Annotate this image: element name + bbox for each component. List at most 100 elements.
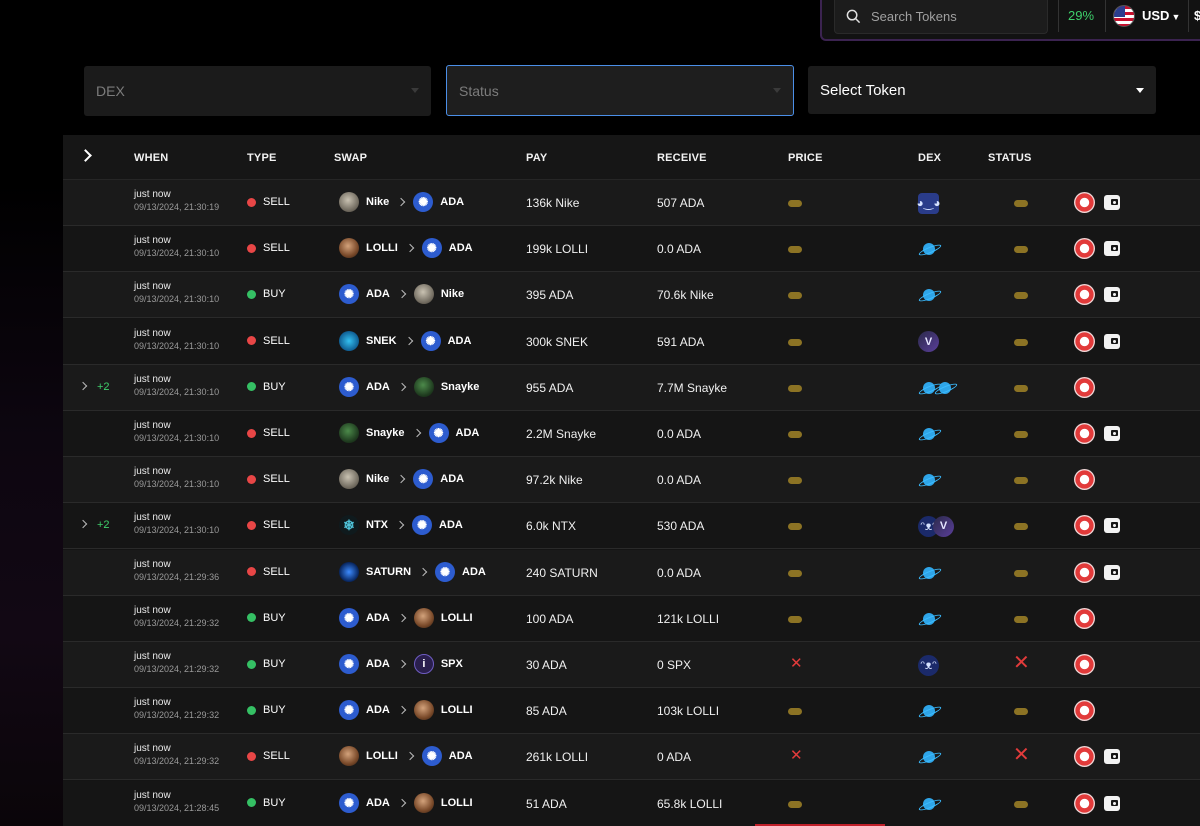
- explorer-link-icon[interactable]: [1074, 654, 1095, 675]
- expand-all-chevron-icon[interactable]: [80, 149, 92, 163]
- table-row[interactable]: just now09/13/2024, 21:30:10 SELL LOLLI ADA…: [63, 226, 1200, 273]
- swap-cell[interactable]: NTX ADA: [339, 515, 463, 536]
- from-token[interactable]: Nike: [366, 473, 389, 485]
- wallet-icon[interactable]: [1104, 333, 1120, 349]
- wallet-icon[interactable]: [1104, 287, 1120, 303]
- us-flag-icon[interactable]: [1113, 5, 1135, 27]
- explorer-link-icon[interactable]: [1074, 238, 1095, 260]
- explorer-link-icon[interactable]: [1074, 700, 1095, 722]
- dex-cell[interactable]: [918, 608, 940, 630]
- row-expand-chevron-icon[interactable]: [80, 520, 88, 530]
- dex-cell[interactable]: [918, 377, 956, 399]
- from-token[interactable]: ADA: [366, 658, 390, 670]
- from-token[interactable]: ADA: [366, 797, 390, 809]
- swap-cell[interactable]: ADA LOLLI: [339, 700, 473, 721]
- to-token[interactable]: ADA: [439, 519, 463, 531]
- from-token[interactable]: ADA: [366, 381, 390, 393]
- wallet-icon[interactable]: [1104, 564, 1120, 580]
- header-pay[interactable]: PAY: [526, 152, 547, 164]
- to-token[interactable]: ADA: [462, 566, 486, 578]
- header-type[interactable]: TYPE: [247, 152, 277, 164]
- from-token[interactable]: LOLLI: [366, 750, 398, 762]
- table-row[interactable]: just now09/13/2024, 21:29:36 SELL SATURN AD…: [63, 549, 1200, 596]
- token-select[interactable]: Select Token: [808, 66, 1156, 114]
- swap-cell[interactable]: Nike ADA: [339, 192, 464, 212]
- swap-cell[interactable]: SNEK ADA: [339, 330, 472, 351]
- swap-cell[interactable]: SATURN ADA: [339, 561, 486, 582]
- to-token[interactable]: LOLLI: [441, 704, 473, 716]
- from-token[interactable]: Snayke: [366, 427, 405, 439]
- row-expand-chevron-icon[interactable]: [80, 382, 88, 392]
- table-row[interactable]: just now 09/13/2024, 21:29:32 BUY ADA SPX 30 …: [63, 642, 1200, 688]
- to-token[interactable]: ADA: [440, 196, 464, 208]
- table-row[interactable]: just now09/13/2024, 21:29:32 BUY ADA LOLLI 8…: [63, 688, 1200, 735]
- table-row[interactable]: just now09/13/2024, 21:30:10 SELL SNEK ADA 3…: [63, 318, 1200, 365]
- wallet-icon[interactable]: [1104, 518, 1120, 534]
- header-price[interactable]: PRICE: [788, 152, 823, 164]
- explorer-link-icon[interactable]: [1074, 792, 1095, 814]
- header-dex[interactable]: DEX: [918, 152, 941, 164]
- wallet-icon[interactable]: [1104, 195, 1120, 210]
- table-row[interactable]: just now09/13/2024, 21:28:45 BUY ADA LOLLI 5…: [63, 780, 1200, 826]
- to-token[interactable]: Nike: [441, 288, 464, 300]
- swap-cell[interactable]: LOLLI ADA: [339, 238, 473, 259]
- table-row[interactable]: just now 09/13/2024, 21:30:10 SELL Snayke AD…: [63, 411, 1200, 457]
- table-row[interactable]: +2 just now09/13/2024, 21:30:10 BUY ADA Snay…: [63, 364, 1200, 411]
- swap-cell[interactable]: Nike ADA: [339, 469, 464, 490]
- dex-cell[interactable]: [918, 238, 940, 260]
- from-token[interactable]: NTX: [366, 519, 388, 531]
- explorer-link-icon[interactable]: [1074, 284, 1095, 306]
- from-token[interactable]: ADA: [366, 704, 390, 716]
- from-token[interactable]: ADA: [366, 288, 390, 300]
- table-row[interactable]: just now09/13/2024, 21:30:10 SELL Nike ADA 9…: [63, 457, 1200, 504]
- explorer-link-icon[interactable]: [1074, 192, 1095, 213]
- table-row[interactable]: just now09/13/2024, 21:29:32 BUY ADA LOLLI 1…: [63, 595, 1200, 642]
- from-token[interactable]: SNEK: [366, 335, 397, 347]
- wallet-icon[interactable]: [1104, 749, 1120, 765]
- to-token[interactable]: ADA: [440, 473, 464, 485]
- status-filter[interactable]: Status: [446, 65, 794, 116]
- swap-cell[interactable]: ADA Snayke: [339, 376, 480, 397]
- from-token[interactable]: Nike: [366, 196, 389, 208]
- dex-cell[interactable]: [918, 423, 940, 445]
- to-token[interactable]: Snayke: [441, 381, 480, 393]
- to-token[interactable]: ADA: [449, 750, 473, 762]
- to-token[interactable]: LOLLI: [441, 797, 473, 809]
- search-input[interactable]: Search Tokens: [834, 0, 1048, 34]
- dex-cell[interactable]: ◕‿◕: [916, 192, 941, 214]
- explorer-link-icon[interactable]: [1074, 376, 1095, 398]
- dex-cell[interactable]: [918, 469, 940, 491]
- dex-cell[interactable]: ᵔᴥᵔ V: [918, 515, 954, 537]
- header-status[interactable]: STATUS: [988, 152, 1032, 164]
- dex-cell[interactable]: V: [918, 331, 939, 353]
- explorer-link-icon[interactable]: [1074, 515, 1095, 537]
- from-token[interactable]: LOLLI: [366, 242, 398, 254]
- to-token[interactable]: ADA: [448, 335, 472, 347]
- explorer-link-icon[interactable]: [1074, 469, 1095, 491]
- from-token[interactable]: ADA: [366, 612, 390, 624]
- swap-cell[interactable]: ADA SPX: [339, 654, 463, 674]
- wallet-icon[interactable]: [1104, 795, 1120, 811]
- wallet-icon[interactable]: [1104, 426, 1120, 441]
- table-row[interactable]: just now 09/13/2024, 21:30:19 SELL Nike ADA 1…: [63, 180, 1200, 226]
- dex-cell[interactable]: [918, 746, 940, 768]
- dex-cell[interactable]: [918, 700, 940, 722]
- dex-cell[interactable]: [918, 793, 940, 815]
- swap-cell[interactable]: LOLLI ADA: [339, 746, 473, 767]
- dex-filter[interactable]: DEX: [84, 66, 431, 116]
- swap-cell[interactable]: ADA LOLLI: [339, 607, 473, 628]
- to-token[interactable]: ADA: [456, 427, 480, 439]
- explorer-link-icon[interactable]: [1074, 423, 1095, 444]
- dex-cell[interactable]: ᵔᴥᵔ: [918, 654, 939, 676]
- wallet-icon[interactable]: [1104, 241, 1120, 257]
- to-token[interactable]: SPX: [441, 658, 463, 670]
- explorer-link-icon[interactable]: [1074, 330, 1095, 352]
- to-token[interactable]: LOLLI: [441, 612, 473, 624]
- table-row[interactable]: +2 just now09/13/2024, 21:30:10 SELL NTX ADA…: [63, 503, 1200, 550]
- explorer-link-icon[interactable]: [1074, 607, 1095, 629]
- explorer-link-icon[interactable]: [1074, 561, 1095, 583]
- explorer-link-icon[interactable]: [1074, 746, 1095, 768]
- table-row[interactable]: just now09/13/2024, 21:29:32 SELL LOLLI ADA…: [63, 734, 1200, 781]
- from-token[interactable]: SATURN: [366, 566, 411, 578]
- header-when[interactable]: WHEN: [134, 152, 168, 164]
